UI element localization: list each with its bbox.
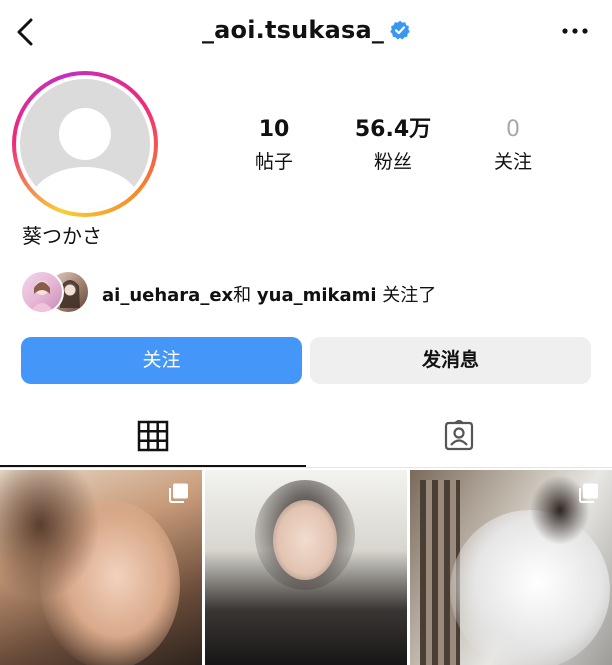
profile-header: _aoi.tsukasa_ [0,0,612,64]
followers-count: 56.4万 [354,117,432,142]
mutual-user-2[interactable]: yua_mikami [257,285,377,306]
mutual-user-1[interactable]: ai_uehara_ex [102,285,233,306]
mutual-followers[interactable]: ai_uehara_ex和 yua_mikami 关注了 [20,270,580,314]
more-horizontal-icon [562,28,588,34]
display-name: 葵つかさ [22,224,102,248]
mutual-avatar-1 [20,270,64,314]
tagged-person-icon [444,420,474,451]
profile-username: _aoi.tsukasa_ [0,16,612,44]
message-button[interactable]: 发消息 [310,337,591,384]
stat-posts[interactable]: 10 帖子 [224,117,324,174]
posts-count: 10 [258,117,290,142]
username-text: _aoi.tsukasa_ [201,16,385,44]
posts-label: 帖子 [254,151,293,173]
default-avatar-head [59,107,111,160]
followers-label: 粉丝 [373,151,412,173]
post-thumbnail-3[interactable] [410,470,612,665]
post-thumbnail-1[interactable] [0,470,202,665]
mutual-suffix: 关注了 [382,285,437,306]
more-options-button[interactable] [560,22,590,40]
grid-icon [137,420,169,452]
tab-tagged[interactable] [306,408,612,468]
verified-badge-icon [390,20,410,40]
post-thumbnail-2[interactable] [205,470,407,665]
default-avatar-body [29,167,141,209]
tab-posts-grid[interactable] [0,408,306,468]
avatar-photo-1 [30,281,54,312]
carousel-icon [579,483,598,503]
mutual-followers-text: ai_uehara_ex和 yua_mikami 关注了 [102,281,436,307]
follow-button[interactable]: 关注 [21,337,302,384]
profile-tabs [0,408,612,468]
following-label: 关注 [493,151,532,173]
avatar [20,79,150,209]
profile-avatar-story-ring[interactable] [12,71,158,217]
following-count: 0 [506,117,520,142]
carousel-icon [169,483,188,503]
mutual-conjunction: 和 [233,285,252,306]
stat-followers[interactable]: 56.4万 粉丝 [343,117,443,174]
stat-following[interactable]: 0 关注 [463,117,563,174]
post-grid [0,468,612,665]
